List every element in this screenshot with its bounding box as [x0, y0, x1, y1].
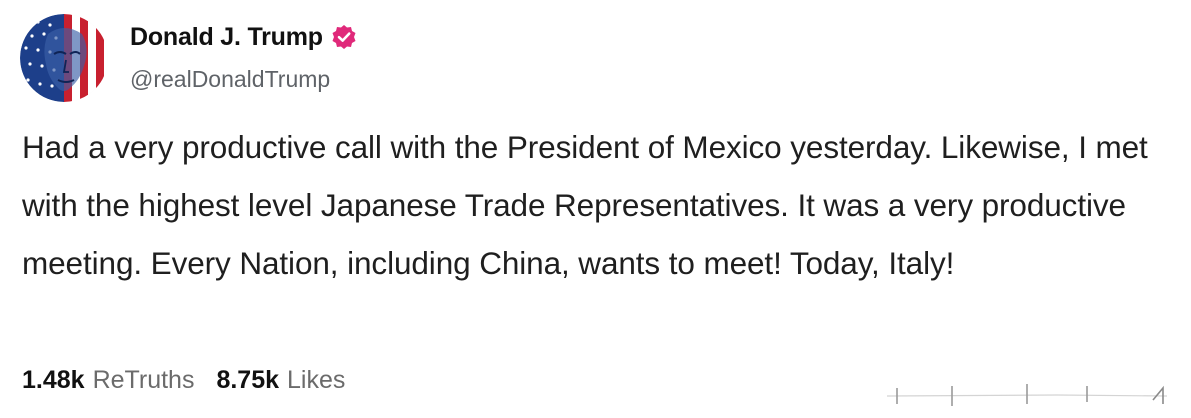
- retruths-label: ReTruths: [92, 366, 195, 394]
- post-card: Donald J. Trump @realDonaldTrump Had a v…: [0, 0, 1191, 418]
- post-text: Had a very productive call with the Pres…: [22, 129, 1148, 281]
- retruths-stat[interactable]: 1.48k ReTruths: [22, 366, 194, 395]
- likes-stat[interactable]: 8.75k Likes: [216, 366, 345, 395]
- author-block: Donald J. Trump @realDonaldTrump: [130, 20, 357, 93]
- avatar[interactable]: [20, 14, 108, 102]
- user-handle[interactable]: @realDonaldTrump: [130, 66, 357, 93]
- likes-count: 8.75k: [216, 366, 280, 394]
- display-name[interactable]: Donald J. Trump: [130, 23, 323, 52]
- retruths-count: 1.48k: [22, 366, 85, 394]
- verified-badge-icon: [331, 24, 357, 50]
- name-row: Donald J. Trump: [130, 20, 357, 54]
- post-stats: 1.48k ReTruths 8.75k Likes: [22, 366, 367, 395]
- watermark-graphic: [877, 374, 1177, 410]
- flag-portrait-icon: [20, 14, 108, 102]
- likes-label: Likes: [287, 366, 346, 394]
